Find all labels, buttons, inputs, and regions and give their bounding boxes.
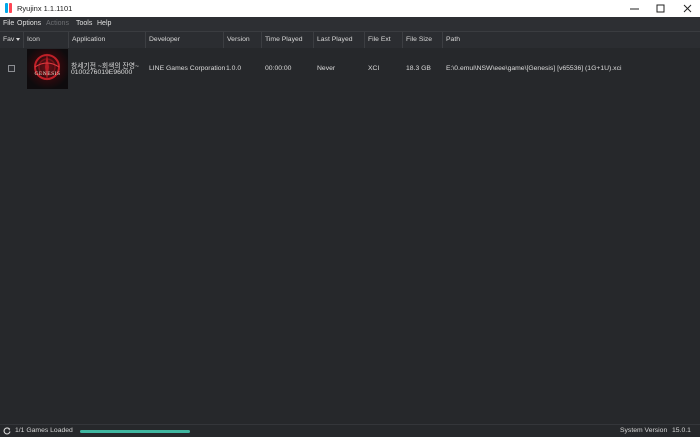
sort-down-icon	[16, 37, 21, 41]
minimize-icon	[629, 8, 639, 10]
loading-progress-bar	[80, 430, 190, 433]
game-icon-logo-text: GENESIS	[34, 71, 61, 77]
game-list-header: Fav Icon Application Developer Version T…	[0, 31, 700, 49]
system-version-value: 15.0.1	[672, 427, 691, 434]
game-title-id: 0100276019E96000	[71, 69, 133, 76]
column-label-developer: Developer	[149, 36, 180, 43]
column-label-icon: Icon	[27, 36, 40, 43]
window-title: Ryujinx 1.1.1101	[17, 4, 73, 13]
games-loaded-status: 1/1 Games Loaded	[15, 427, 73, 434]
menu-help[interactable]: Help	[97, 20, 111, 27]
menu-actions: Actions	[46, 20, 69, 27]
column-label-application: Application	[72, 36, 106, 43]
column-header-version[interactable]: Version	[224, 32, 262, 48]
minimize-button[interactable]	[621, 0, 647, 17]
menu-options[interactable]: Options	[17, 20, 41, 27]
column-header-file-ext[interactable]: File Ext	[365, 32, 403, 48]
refresh-icon[interactable]	[3, 427, 11, 435]
genesis-game-icon: GENESIS	[27, 49, 68, 89]
column-header-fav[interactable]: Fav	[0, 32, 24, 48]
game-version: 1.0.0	[226, 65, 242, 72]
column-header-path[interactable]: Path	[443, 32, 700, 48]
column-header-file-size[interactable]: File Size	[403, 32, 443, 48]
column-label-path: Path	[446, 36, 460, 43]
column-label-file-size: File Size	[406, 36, 433, 43]
column-header-developer[interactable]: Developer	[146, 32, 224, 48]
game-file-size: 18.3 GB	[406, 65, 431, 72]
column-header-time-played[interactable]: Time Played	[262, 32, 314, 48]
loading-progress-fill	[80, 430, 190, 433]
game-cover-art	[27, 49, 68, 89]
system-version-label: System Version	[620, 427, 668, 434]
game-time-played: 00:00:00	[265, 65, 292, 72]
column-header-icon[interactable]: Icon	[24, 32, 69, 48]
column-label-file-ext: File Ext	[368, 36, 391, 43]
game-file-ext: XCI	[368, 65, 380, 72]
column-label-version: Version	[227, 36, 250, 43]
close-icon	[683, 4, 691, 13]
menu-tools[interactable]: Tools	[76, 20, 92, 27]
column-header-last-played[interactable]: Last Played	[314, 32, 365, 48]
menu-bar: File Options Actions Tools Help	[0, 17, 700, 31]
title-bar: Ryujinx 1.1.1101	[0, 0, 700, 17]
close-button[interactable]	[674, 0, 700, 17]
maximize-button[interactable]	[647, 0, 673, 17]
column-header-application[interactable]: Application	[69, 32, 146, 48]
favorite-checkbox[interactable]	[8, 65, 15, 72]
ryujinx-logo-icon	[4, 3, 14, 13]
game-developer: LINE Games Corporation	[149, 65, 226, 72]
game-row[interactable]: GENESIS 창세기전 ~회색의 잔영~ 0100276019E96000 L…	[0, 48, 700, 90]
status-bar: 1/1 Games Loaded System Version 15.0.1	[0, 424, 700, 437]
menu-file[interactable]: File	[3, 20, 14, 27]
column-label-fav: Fav	[3, 36, 15, 43]
game-last-played: Never	[317, 65, 336, 72]
column-label-last-played: Last Played	[317, 36, 353, 43]
column-label-time-played: Time Played	[265, 36, 303, 43]
game-path: E:\0.emul\NSW\eee\game\[Genesis] [v65536…	[446, 65, 622, 72]
maximize-icon	[656, 4, 664, 13]
